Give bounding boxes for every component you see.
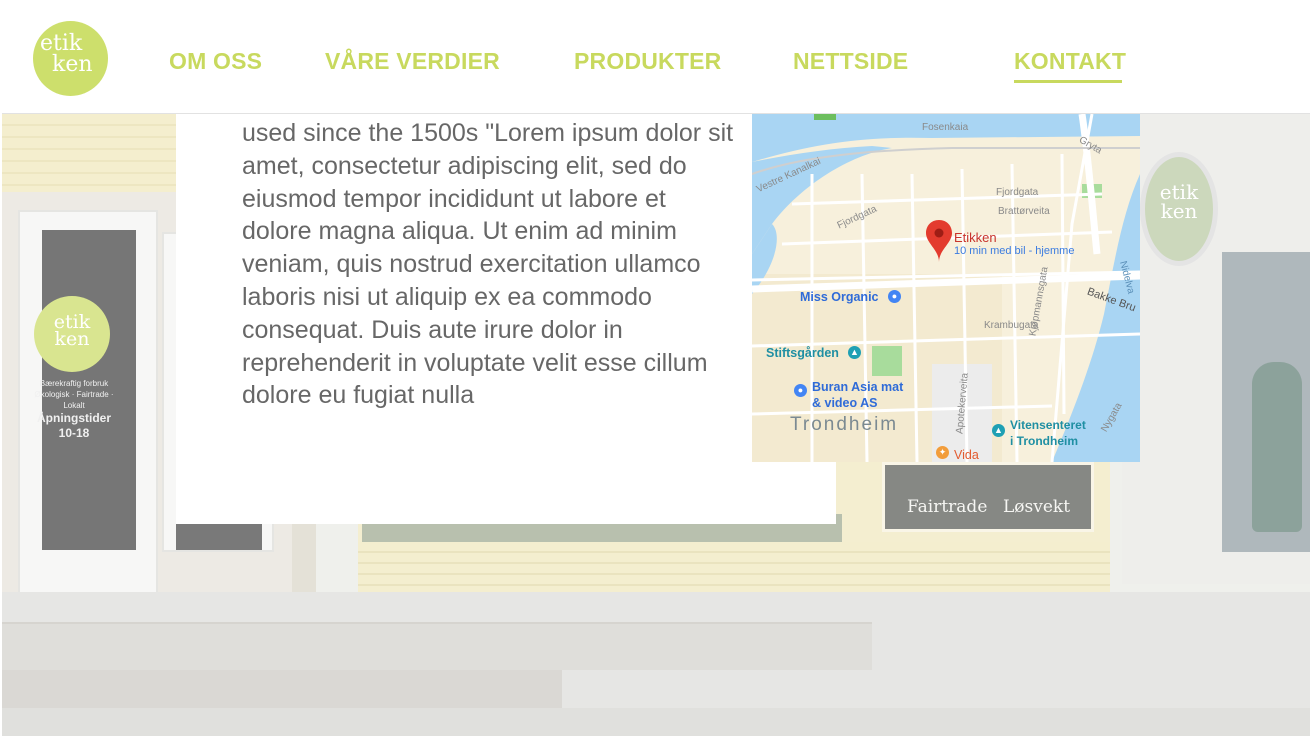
poi-label-line2: & video AS [812,396,878,410]
museum-icon: ▲ [992,424,1005,437]
poi-label: Miss Organic [800,290,879,304]
body-paragraph: used since the 1500s "Lorem ipsum dolor … [242,119,734,410]
nav-produkter[interactable]: PRODUKTER [574,48,721,75]
location-map[interactable]: Fosenkaia Gryta Fjordgata Brattørveita F… [752,114,1140,462]
pin-subtitle: 10 min med bil - hjemme [954,245,1075,257]
nav-vare-verdier[interactable]: VÅRE VERDIER [325,48,500,75]
city-label: Trondheim [790,414,899,435]
shopping-bag-icon: ● [794,384,807,397]
poi-label: Vida [954,448,979,462]
shopping-bag-icon: ● [888,290,901,303]
nav-om-oss[interactable]: OM OSS [169,48,262,75]
restaurant-icon: ✦ [936,446,949,459]
map-pin-icon[interactable] [926,220,952,262]
poi-label: Buran Asia mat [812,380,904,394]
street-label: Fjordgata [996,187,1039,198]
museum-icon: ▲ [848,346,861,359]
poi-label: Vitensenteret [1010,418,1086,432]
pin-label: Etikken [954,230,997,245]
nav-kontakt[interactable]: KONTAKT [1014,48,1126,83]
poi-label-line2: i Trondheim [1010,434,1079,448]
etikken-logo[interactable]: etik ken [33,21,108,96]
page-frame: etik ken Bærekraftig forbruk Økologisk ·… [2,2,1310,736]
site-header: etik ken OM OSS VÅRE VERDIER PRODUKTER N… [2,2,1310,114]
poi-label: Stiftsgården [766,346,839,360]
street-label: Brattørveita [998,206,1050,217]
street-label: Fosenkaia [922,122,969,133]
contact-content-card: used since the 1500s "Lorem ipsum dolor … [176,114,836,524]
nav-nettside[interactable]: NETTSIDE [793,48,908,75]
